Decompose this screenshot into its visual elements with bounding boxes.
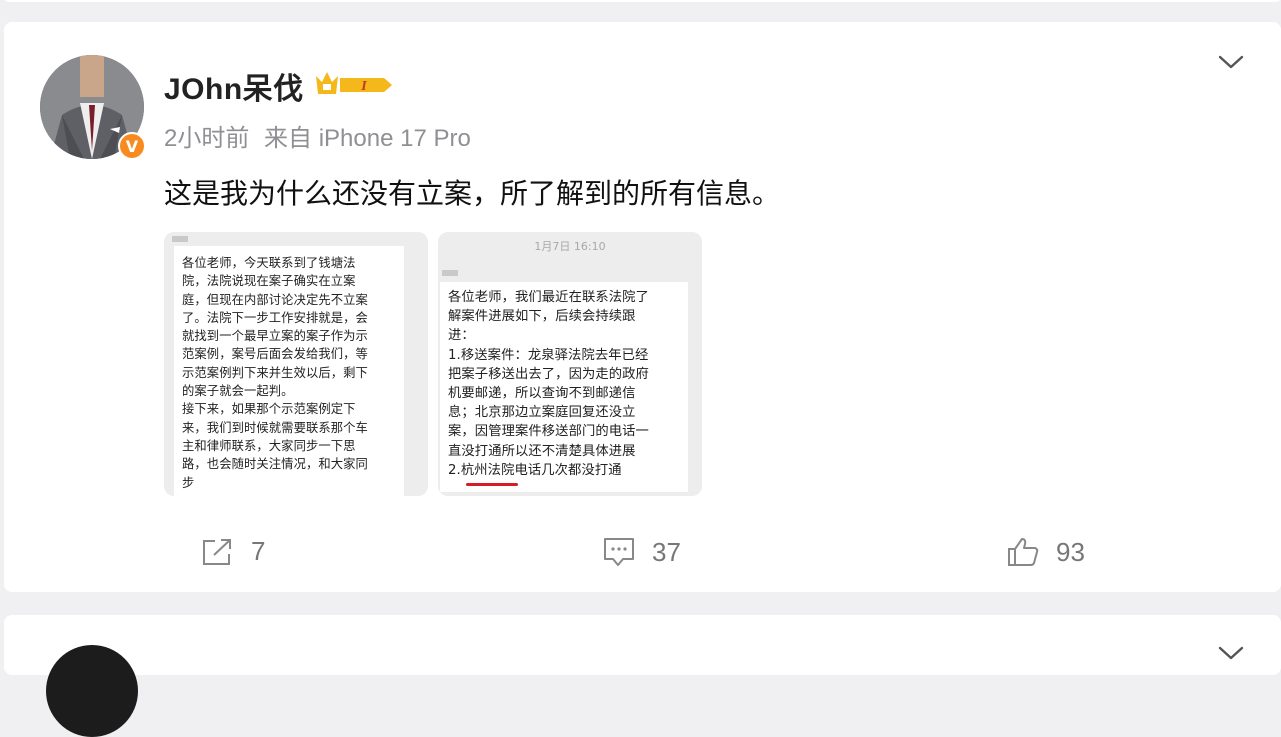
image-2-timestamp: 1月7日 16:10 xyxy=(534,240,606,253)
post-image-2[interactable]: 1月7日 16:10 各位老师，我们最近在联系法院了 解案件进展如下，后续会持续… xyxy=(438,232,702,496)
chevron-down-icon[interactable] xyxy=(1216,643,1246,663)
image-1-message: 各位老师，今天联系到了钱塘法 院，法院说现在案子确实在立案 庭，但现在内部讨论决… xyxy=(174,246,404,496)
crown-icon[interactable]: I xyxy=(314,68,396,98)
like-button[interactable]: 93 xyxy=(1006,536,1085,568)
share-count: 7 xyxy=(251,536,266,566)
post-image-1[interactable]: 各位老师，今天联系到了钱塘法 院，法院说现在案子确实在立案 庭，但现在内部讨论决… xyxy=(164,232,428,496)
post-text: 这是我为什么还没有立案，所了解到的所有信息。 xyxy=(164,178,781,209)
post-time: 2小时前 xyxy=(164,125,250,152)
post-meta: 2小时前 来自 iPhone 17 Pro xyxy=(164,118,479,153)
verified-icon: V xyxy=(118,132,146,160)
red-underline-mark xyxy=(466,483,518,486)
blurred-sender xyxy=(442,270,458,276)
like-icon xyxy=(1008,538,1039,566)
vip-level: I xyxy=(360,79,367,94)
next-post-card xyxy=(4,615,1281,737)
previous-post-card-edge xyxy=(4,0,1281,2)
post-source: 来自 iPhone 17 Pro xyxy=(264,125,471,152)
share-button[interactable]: 7 xyxy=(201,536,265,567)
like-count: 93 xyxy=(1056,536,1085,567)
weibo-post-card: V JOhn呆伐 I 2小时前 来自 iPhone 17 Pro 这是我为什么还… xyxy=(4,22,1281,592)
comment-count: 37 xyxy=(652,536,681,567)
share-icon xyxy=(203,538,231,565)
chevron-down-icon[interactable] xyxy=(1216,52,1246,72)
comment-icon xyxy=(604,538,634,566)
next-post-avatar[interactable] xyxy=(46,645,138,737)
comment-button[interactable]: 37 xyxy=(602,536,681,568)
username[interactable]: JOhn呆伐 xyxy=(164,64,304,108)
image-2-message: 各位老师，我们最近在联系法院了 解案件进展如下，后续会持续跟 进： 1.移送案件… xyxy=(440,282,688,492)
blurred-sender xyxy=(172,236,188,242)
